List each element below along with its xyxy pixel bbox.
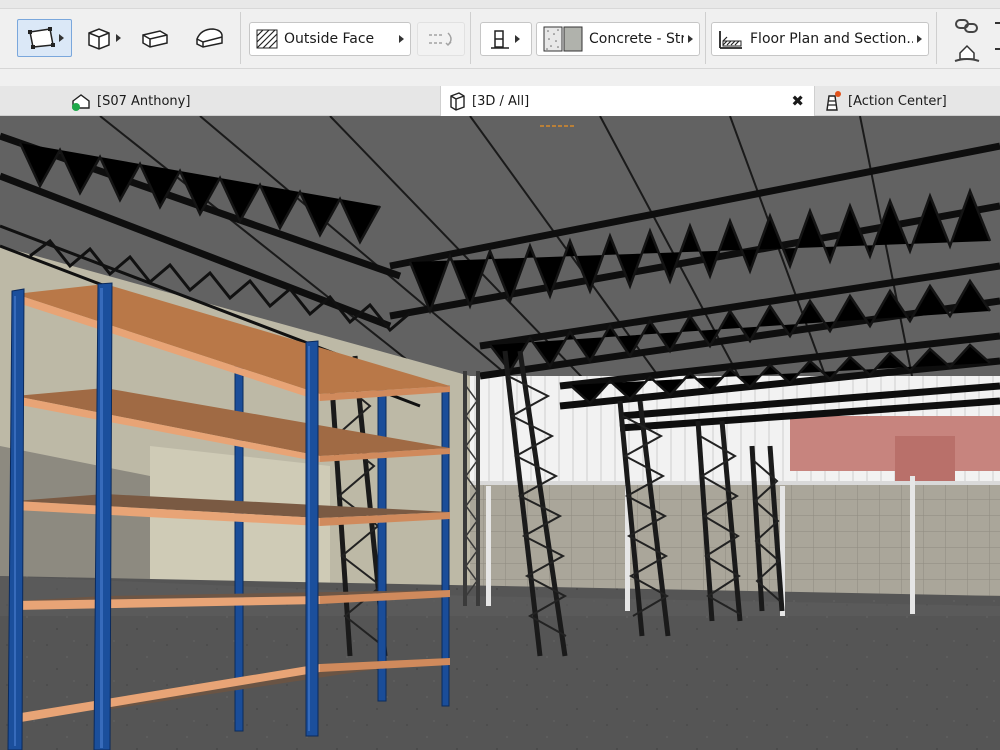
display-dropdown[interactable]: Floor Plan and Section... — [711, 22, 929, 56]
chevron-right-icon — [58, 34, 64, 42]
box-3d-icon — [88, 28, 110, 50]
tab-3d-view[interactable]: [3D / All] ✖ — [440, 86, 815, 116]
material-dropdown-label: Concrete - Str... — [589, 31, 684, 47]
polygon-geometry-icon — [27, 27, 55, 49]
3d-view-icon — [450, 92, 465, 111]
polygon-geometry-button[interactable] — [17, 19, 72, 57]
brick-band-dark — [895, 436, 955, 481]
tab-bar: [S07 Anthony] [3D / All] ✖ [Action Cente… — [0, 86, 1000, 116]
overflow-marker — [995, 22, 1000, 24]
home-icon — [954, 44, 980, 62]
link-icon — [955, 19, 978, 33]
3d-scene — [0, 116, 1000, 750]
structure-icon — [491, 30, 509, 49]
toolbar-separator — [705, 12, 706, 64]
chevron-right-icon — [399, 35, 404, 43]
chevron-right-icon — [917, 35, 922, 43]
material-dropdown[interactable]: Concrete - Str... — [536, 22, 700, 56]
flip-icon — [429, 32, 452, 47]
toolbar-divider — [0, 68, 1000, 69]
toolbar-separator — [936, 12, 937, 64]
toolbar-top-strip — [0, 0, 1000, 9]
tab-floor-plan-label: [S07 Anthony] — [97, 93, 191, 109]
3d-viewport[interactable] — [0, 116, 1000, 750]
roof-button[interactable] — [190, 19, 228, 57]
toolbar-separator — [470, 12, 471, 64]
chevron-right-icon — [116, 34, 121, 42]
chevron-right-icon — [688, 35, 693, 43]
link-button[interactable] — [950, 14, 984, 38]
close-tab-icon[interactable]: ✖ — [791, 92, 804, 110]
hatch-swatch-icon — [256, 29, 278, 49]
floor-plan-icon — [719, 31, 742, 49]
flip-button[interactable] — [417, 22, 465, 56]
home-button[interactable] — [950, 40, 984, 64]
surface-dropdown[interactable]: Outside Face — [249, 22, 411, 56]
roof-icon — [196, 28, 223, 48]
wall-cap — [470, 481, 1000, 485]
surface-dropdown-label: Outside Face — [284, 31, 375, 47]
slab-icon — [142, 30, 168, 48]
action-center-icon — [826, 91, 841, 111]
floor-plan-view-icon — [72, 94, 90, 111]
overflow-marker — [995, 48, 1000, 50]
toolbar: Outside Face Concrete - Str... — [0, 0, 1000, 86]
box-3d-button[interactable] — [82, 19, 124, 57]
tab-action-center[interactable]: [Action Center] — [815, 86, 1000, 116]
toolbar-separator — [240, 12, 241, 64]
tab-floor-plan[interactable]: [S07 Anthony] — [64, 86, 440, 116]
chevron-right-icon — [515, 35, 520, 43]
tab-3d-view-label: [3D / All] — [472, 93, 530, 109]
tab-action-center-label: [Action Center] — [848, 93, 947, 109]
slab-button[interactable] — [138, 19, 172, 57]
display-dropdown-label: Floor Plan and Section... — [750, 31, 913, 47]
material-swatch-icon — [543, 26, 583, 52]
structure-button[interactable] — [480, 22, 532, 56]
